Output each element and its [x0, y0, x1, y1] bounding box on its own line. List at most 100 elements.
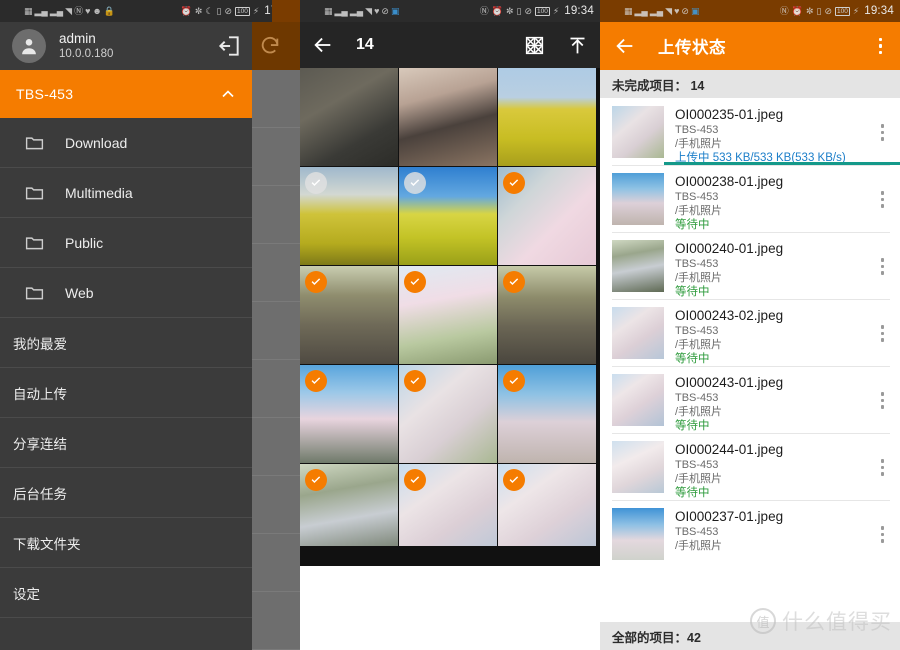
- back-arrow-icon[interactable]: [614, 35, 636, 57]
- upload-item-kebab-menu-icon[interactable]: [875, 307, 891, 366]
- status-bar-tint: [272, 0, 300, 22]
- selected-check-icon[interactable]: [305, 271, 327, 293]
- upload-item-path: /手机照片: [675, 472, 875, 486]
- photo-cell[interactable]: [399, 68, 497, 166]
- photo-cell[interactable]: [498, 266, 596, 364]
- selected-check-icon[interactable]: [404, 271, 426, 293]
- signal-1-icon: ▂▄: [335, 7, 348, 16]
- photo-grid-scroll[interactable]: [300, 68, 600, 546]
- selected-check-icon[interactable]: [503, 172, 525, 194]
- status-bar-right-icons: Ⓝ ⏰ ✼ ▯ ⊘ 100 ⚡ 19:34: [480, 5, 600, 17]
- photo-thumbnail: [498, 68, 596, 166]
- nfc-icon: Ⓝ: [780, 7, 789, 16]
- moon-icon: ☾: [205, 7, 213, 16]
- sidebar-item-background-tasks[interactable]: 后台任务: [0, 468, 252, 518]
- photo-cell[interactable]: [300, 167, 398, 265]
- unselected-check-icon[interactable]: [305, 172, 327, 194]
- photo-cell[interactable]: [498, 167, 596, 265]
- photo-cell[interactable]: [399, 365, 497, 463]
- sidebar-item-share-links[interactable]: 分享连结: [0, 418, 252, 468]
- photo-cell[interactable]: [300, 266, 398, 364]
- selected-check-icon[interactable]: [404, 469, 426, 491]
- sidebar-item-public[interactable]: Public: [0, 218, 252, 268]
- sidebar-item-download-folder[interactable]: 下载文件夹: [0, 518, 252, 568]
- upload-list-item[interactable]: OI000244-01.jpegTBS-453/手机照片等待中: [600, 433, 900, 500]
- upload-item-filename: OI000244-01.jpeg: [675, 441, 875, 458]
- photo-cell[interactable]: [498, 68, 596, 166]
- back-arrow-icon[interactable]: [312, 34, 334, 56]
- chevron-up-icon[interactable]: [218, 84, 238, 104]
- upload-item-thumbnail: [612, 441, 664, 493]
- photo-cell[interactable]: [399, 167, 497, 265]
- upload-item-status: 等待中: [675, 419, 875, 434]
- sidebar-item-settings[interactable]: 设定: [0, 568, 252, 618]
- upload-item-path: /手机照片: [675, 405, 875, 419]
- photo-cell[interactable]: [498, 464, 596, 546]
- selected-check-icon[interactable]: [503, 370, 525, 392]
- upload-list-item[interactable]: OI000238-01.jpegTBS-453/手机照片等待中: [600, 165, 900, 232]
- photo-cell[interactable]: [300, 68, 398, 166]
- sidebar-item-favorites[interactable]: 我的最爱: [0, 318, 252, 368]
- kebab-menu-icon[interactable]: [875, 34, 887, 59]
- selected-check-icon[interactable]: [305, 370, 327, 392]
- unselected-check-icon[interactable]: [404, 172, 426, 194]
- heart-icon: ♥: [374, 7, 379, 16]
- upload-item-kebab-menu-icon[interactable]: [875, 374, 891, 433]
- upload-item-filename: OI000238-01.jpeg: [675, 173, 875, 190]
- upload-item-filename: OI000235-01.jpeg: [675, 106, 875, 123]
- photo-cell[interactable]: [498, 365, 596, 463]
- upload-status-appbar: 上传状态: [600, 22, 900, 70]
- select-all-grid-icon[interactable]: [524, 35, 545, 56]
- nas-device-name: TBS-453: [16, 86, 73, 102]
- upload-item-thumbnail: [612, 173, 664, 225]
- signal-1-icon: ▂▄: [35, 7, 48, 16]
- upload-item-kebab-menu-icon[interactable]: [875, 240, 891, 299]
- upload-list-item[interactable]: OI000243-02.jpegTBS-453/手机照片等待中: [600, 299, 900, 366]
- photo-cell[interactable]: [399, 266, 497, 364]
- upload-icon[interactable]: [567, 35, 588, 56]
- upload-item-kebab-menu-icon[interactable]: [875, 173, 891, 232]
- photo-thumbnail: [399, 68, 497, 166]
- upload-list[interactable]: OI000235-01.jpegTBS-453/手机照片上传中 533 KB/5…: [600, 98, 900, 622]
- app-icon: ▣: [691, 7, 700, 16]
- app-icon: ▣: [391, 7, 400, 16]
- battery-icon: 100: [235, 7, 250, 16]
- sim-card-icon: ▦: [324, 7, 333, 16]
- upload-list-item[interactable]: OI000237-01.jpegTBS-453/手机照片: [600, 500, 900, 567]
- photo-cell[interactable]: [399, 464, 497, 546]
- upload-list-item[interactable]: OI000235-01.jpegTBS-453/手机照片上传中 533 KB/5…: [600, 98, 900, 165]
- status-bar-clock: 19:34: [864, 5, 894, 17]
- upload-item-kebab-menu-icon[interactable]: [875, 441, 891, 500]
- sidebar-item-web[interactable]: Web: [0, 268, 252, 318]
- upload-item-filename: OI000237-01.jpeg: [675, 508, 875, 525]
- sidebar-item-label: Web: [65, 285, 94, 301]
- sidebar-item-download[interactable]: Download: [0, 118, 252, 168]
- selected-check-icon[interactable]: [404, 370, 426, 392]
- upload-item-device: TBS-453: [675, 257, 875, 271]
- nas-device-row[interactable]: TBS-453: [0, 70, 252, 118]
- selected-check-icon[interactable]: [503, 469, 525, 491]
- person-icon: ☻: [92, 7, 101, 16]
- upload-item-path: /手机照片: [675, 137, 875, 151]
- upload-item-thumbnail: [612, 307, 664, 359]
- sidebar-item-multimedia[interactable]: Multimedia: [0, 168, 252, 218]
- upload-item-kebab-menu-icon[interactable]: [875, 508, 891, 567]
- folder-list: Download Multimedia Public: [0, 118, 252, 318]
- mute-icon: ⊘: [524, 7, 532, 16]
- account-header[interactable]: admin 10.0.0.180: [0, 22, 252, 70]
- refresh-icon[interactable]: [259, 35, 281, 57]
- upload-item-device: TBS-453: [675, 458, 875, 472]
- photo-cell[interactable]: [300, 464, 398, 546]
- logout-icon[interactable]: [216, 33, 242, 59]
- upload-list-item[interactable]: OI000243-01.jpegTBS-453/手机照片等待中: [600, 366, 900, 433]
- selected-check-icon[interactable]: [305, 469, 327, 491]
- selected-check-icon[interactable]: [503, 271, 525, 293]
- mute-icon: ⊘: [224, 7, 232, 16]
- sidebar-item-auto-upload[interactable]: 自动上传: [0, 368, 252, 418]
- sidebar-item-label: Public: [65, 235, 103, 251]
- upload-item-meta: OI000238-01.jpegTBS-453/手机照片等待中: [675, 173, 875, 232]
- photo-cell[interactable]: [300, 365, 398, 463]
- upload-item-kebab-menu-icon[interactable]: [875, 106, 891, 165]
- status-bar-3: ▦ ▂▄ ▂▄ ◥ ♥ ⊘ ▣ Ⓝ ⏰ ✼ ▯ ⊘ 100 ⚡ 19:34: [600, 0, 900, 22]
- upload-list-item[interactable]: OI000240-01.jpegTBS-453/手机照片等待中: [600, 232, 900, 299]
